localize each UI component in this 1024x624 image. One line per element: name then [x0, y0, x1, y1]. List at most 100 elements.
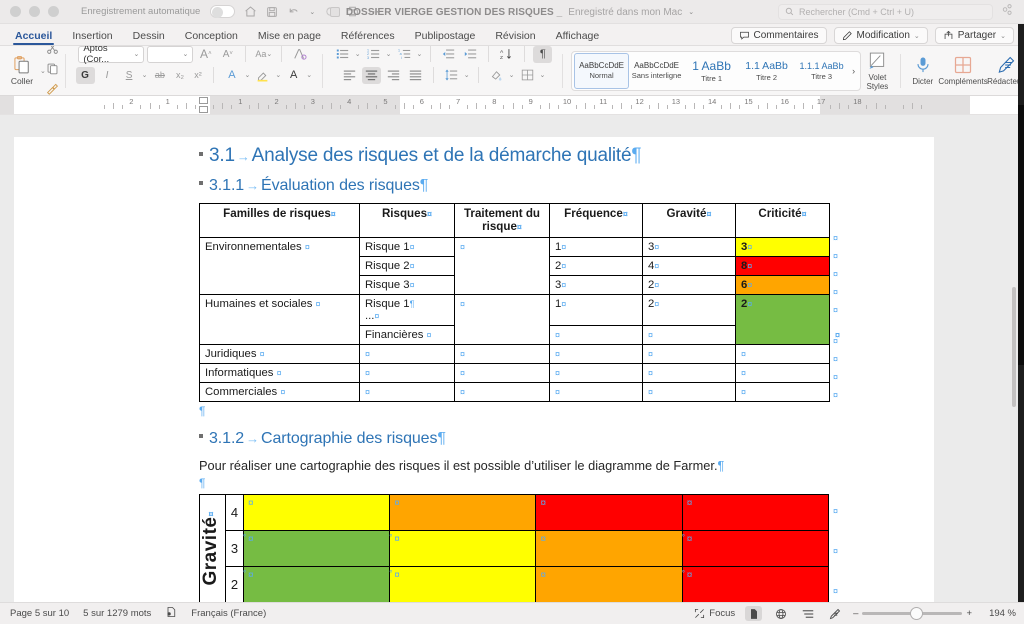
tab-mise-en-page[interactable]: Mise en page	[249, 28, 330, 45]
indent-marker-top[interactable]	[199, 97, 208, 104]
tab-accueil[interactable]: Accueil	[6, 28, 61, 45]
paste-button[interactable]: Coller	[4, 55, 40, 86]
line-spacing-chevron-down-icon[interactable]: ⌄	[464, 71, 470, 79]
farmer-diagram-wrapper[interactable]: Gravité¤4¤¤¤¤3°¤°¤¤°¤2°¤°¤¤°¤ ¤ ¤ ¤	[199, 494, 924, 602]
zoom-level[interactable]: 194 %	[982, 608, 1016, 619]
cell-risque[interactable]: ¤	[360, 364, 455, 383]
share-chevron-down-icon[interactable]: ⌄	[1000, 32, 1006, 40]
cell-criticite[interactable]: ¤	[736, 383, 830, 402]
bullet-list-button[interactable]	[333, 46, 352, 63]
editing-chevron-down-icon[interactable]: ⌄	[914, 32, 920, 40]
undo-icon[interactable]	[287, 5, 300, 18]
vertical-scrollbar[interactable]	[1012, 287, 1016, 407]
superscript-button[interactable]: x²	[190, 67, 205, 84]
indent-marker-bottom[interactable]	[199, 106, 208, 113]
cell-criticite[interactable]: 8¤	[736, 257, 830, 276]
language-indicator[interactable]: Français (France)	[191, 608, 266, 619]
style-titre-2[interactable]: 1.1 AaBb Titre 2	[739, 53, 794, 89]
increase-indent-button[interactable]	[461, 46, 480, 63]
cell-risque[interactable]: Risque 1¤	[360, 238, 455, 257]
page-content[interactable]: 3.1 → Analyse des risques et de la démar…	[199, 145, 924, 602]
maximize-window-button[interactable]	[48, 6, 59, 17]
more-options-icon[interactable]: ⋯	[368, 8, 380, 16]
cell-gravite[interactable]: 2¤	[643, 295, 736, 326]
outline-view-button[interactable]	[799, 606, 816, 621]
styles-more-button[interactable]: ›	[849, 66, 858, 76]
search-input[interactable]: Rechercher (Cmd + Ctrl + U)	[778, 4, 993, 20]
redo-icon[interactable]	[324, 5, 337, 18]
cell-traitement[interactable]: ¤	[455, 364, 550, 383]
window-controls[interactable]	[0, 6, 59, 17]
highlight-button[interactable]	[253, 67, 272, 84]
cell-risque[interactable]: ¤	[360, 383, 455, 402]
underline-chevron-down-icon[interactable]: ⌄	[142, 71, 148, 79]
farmer-row[interactable]: Gravité¤4¤¤¤¤	[200, 495, 829, 531]
addins-button[interactable]: Compléments	[939, 55, 987, 86]
heading-3-1[interactable]: 3.1 → Analyse des risques et de la démar…	[199, 145, 924, 167]
farmer-cell[interactable]: ¤	[536, 567, 682, 603]
farmer-cell[interactable]: °¤	[682, 567, 828, 603]
cell-famille[interactable]: Juridiques ¤	[200, 345, 360, 364]
style-titre-3[interactable]: 1.1.1 AaBb Titre 3	[794, 53, 849, 89]
farmer-cell[interactable]: ¤	[536, 531, 682, 567]
style-normal[interactable]: AaBbCcDdE Normal	[574, 53, 629, 89]
farmer-cell[interactable]: °¤	[390, 567, 536, 603]
farmer-cell[interactable]: °¤	[390, 531, 536, 567]
heading-collapse-bullet-icon-2[interactable]	[199, 181, 203, 185]
table-row[interactable]: Juridiques ¤¤¤¤¤¤	[200, 345, 830, 364]
cell-famille[interactable]: Commerciales ¤	[200, 383, 360, 402]
bold-button[interactable]: G	[76, 67, 95, 84]
shading-button[interactable]	[487, 67, 506, 84]
cell-risque[interactable]: Risque 3¤	[360, 276, 455, 295]
grow-font-button[interactable]: A˄	[196, 46, 215, 63]
shading-chevron-down-icon[interactable]: ⌄	[509, 71, 515, 79]
tab-publipostage[interactable]: Publipostage	[406, 28, 485, 45]
font-size-combo[interactable]: ⌄	[147, 46, 193, 63]
change-case-button[interactable]: Aa⌄	[254, 46, 273, 63]
body-paragraph[interactable]: Pour réaliser une cartographie des risqu…	[199, 456, 789, 475]
show-formatting-marks-button[interactable]: ¶	[533, 46, 552, 63]
sort-button[interactable]: AZ	[497, 46, 516, 63]
cell-frequence[interactable]: ¤	[550, 345, 643, 364]
cell-risque[interactable]: ¤	[550, 326, 643, 345]
font-size-chevron-down-icon[interactable]: ⌄	[182, 50, 188, 58]
cell-gravite[interactable]: 3¤	[643, 238, 736, 257]
empty-paragraph-2[interactable]: ¶	[199, 476, 924, 490]
heading-collapse-bullet-icon-3[interactable]	[199, 434, 203, 438]
cell-traitement[interactable]: ¤	[643, 326, 736, 345]
farmer-table[interactable]: Gravité¤4¤¤¤¤3°¤°¤¤°¤2°¤°¤¤°¤	[199, 494, 829, 602]
underline-button[interactable]: S	[120, 67, 139, 84]
farmer-cell[interactable]: ¤	[682, 495, 828, 531]
focus-button[interactable]: Focus	[694, 608, 735, 619]
save-icon[interactable]	[266, 6, 278, 18]
line-spacing-button[interactable]	[442, 67, 461, 84]
numbered-list-chevron-down-icon[interactable]: ⌄	[386, 50, 392, 58]
tab-revision[interactable]: Révision	[486, 28, 544, 45]
page-indicator[interactable]: Page 5 sur 10	[10, 608, 69, 619]
horizontal-ruler[interactable]: 21123456789101112131415161718	[0, 96, 1024, 115]
farmer-cell[interactable]: °¤	[244, 567, 390, 603]
bullet-list-chevron-down-icon[interactable]: ⌄	[355, 50, 361, 58]
styles-gallery[interactable]: AaBbCcDdE Normal AaBbCcDdE Sans interlig…	[571, 51, 861, 91]
farmer-cell[interactable]: ¤	[536, 495, 682, 531]
table-row[interactable]: Informatiques ¤¤¤¤¤¤	[200, 364, 830, 383]
empty-paragraph-1[interactable]: ¶	[199, 404, 924, 418]
tab-references[interactable]: Références	[332, 28, 404, 45]
cell-famille[interactable]: Informatiques ¤	[200, 364, 360, 383]
editing-mode-button[interactable]: Modification ⌄	[834, 27, 928, 44]
quick-access-toolbar[interactable]: ⌄ ⋯	[244, 5, 380, 18]
tab-conception[interactable]: Conception	[176, 28, 247, 45]
zoom-in-button[interactable]: +	[966, 608, 972, 619]
cell-risque[interactable]: ¤	[360, 345, 455, 364]
close-window-button[interactable]	[10, 6, 21, 17]
word-count[interactable]: 5 sur 1279 mots	[83, 608, 151, 619]
print-layout-view-button[interactable]	[745, 606, 762, 621]
font-color-button[interactable]: A	[284, 67, 303, 84]
web-layout-view-button[interactable]	[772, 606, 789, 621]
style-titre-1[interactable]: 1 AaBb Titre 1	[684, 53, 739, 89]
cell-criticite[interactable]: ¤	[736, 345, 830, 364]
farmer-table-body[interactable]: Gravité¤4¤¤¤¤3°¤°¤¤°¤2°¤°¤¤°¤	[200, 495, 829, 603]
align-left-button[interactable]	[340, 67, 359, 84]
heading-3-1-1[interactable]: 3.1.1 → Évaluation des risques ¶	[199, 177, 924, 195]
farmer-cell[interactable]: ¤	[390, 495, 536, 531]
